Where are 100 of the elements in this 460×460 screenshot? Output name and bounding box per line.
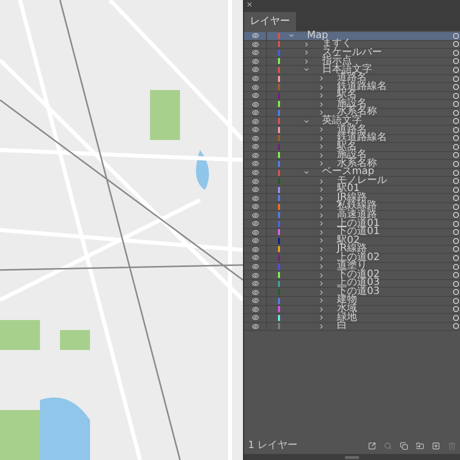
eye-icon[interactable]	[252, 58, 258, 65]
eye-icon[interactable]	[252, 322, 258, 330]
eye-icon[interactable]	[252, 194, 258, 202]
chevron-right-icon[interactable]	[318, 75, 325, 82]
chevron-right-icon[interactable]	[318, 143, 325, 150]
layer-name: 道路名	[337, 126, 367, 134]
eye-icon[interactable]	[252, 272, 258, 279]
layer-name: JR線路	[337, 194, 367, 202]
eye-icon[interactable]	[252, 280, 258, 288]
layer-row[interactable]: 水系名称	[244, 160, 460, 169]
chevron-right-icon[interactable]	[318, 178, 325, 185]
layer-count: 1 レイヤー	[248, 441, 298, 451]
add-icon[interactable]	[432, 442, 440, 450]
chevron-right-icon[interactable]	[318, 297, 325, 304]
chevron-right-icon[interactable]	[318, 160, 325, 168]
eye-icon[interactable]	[252, 66, 258, 74]
layer-row[interactable]: 日本語文字	[244, 66, 460, 75]
close-icon[interactable]	[246, 1, 253, 8]
chevron-right-icon[interactable]	[318, 237, 325, 244]
layer-name: 日本語文字	[322, 66, 372, 74]
eye-icon[interactable]	[252, 49, 258, 56]
copy-icon[interactable]	[400, 442, 408, 450]
chevron-right-icon[interactable]	[318, 203, 325, 210]
layer-name: 道塗り	[337, 262, 367, 271]
chevron-right-icon[interactable]	[303, 40, 310, 48]
layer-name: 鉄道路線名	[337, 82, 387, 92]
chevron-down-icon[interactable]	[303, 118, 310, 125]
chevron-right-icon[interactable]	[318, 134, 325, 142]
layer-name: 白	[337, 322, 347, 331]
eye-icon[interactable]	[252, 169, 258, 176]
chevron-right-icon[interactable]	[318, 228, 325, 236]
chevron-right-icon[interactable]	[318, 280, 325, 288]
eye-icon[interactable]	[252, 109, 258, 116]
chevron-right-icon[interactable]	[318, 306, 325, 313]
layer-name: 駅名	[337, 142, 357, 152]
eye-icon[interactable]	[252, 152, 258, 159]
layer-name: JR線路	[337, 245, 367, 254]
layer-name: 英語文字	[322, 117, 362, 126]
eye-icon[interactable]	[252, 212, 258, 219]
chevron-right-icon[interactable]	[303, 49, 310, 56]
chevron-right-icon[interactable]	[318, 100, 325, 108]
chevron-right-icon[interactable]	[318, 194, 325, 202]
layer-name: 私鉄線路	[337, 202, 377, 211]
chevron-right-icon[interactable]	[318, 152, 325, 159]
chevron-right-icon[interactable]	[318, 322, 325, 330]
eye-icon[interactable]	[252, 134, 258, 142]
chevron-right-icon[interactable]	[318, 314, 325, 322]
layer-name: 水系名称	[337, 108, 377, 117]
eye-icon[interactable]	[252, 160, 258, 168]
eye-icon[interactable]	[252, 237, 258, 244]
layer-name: Map	[307, 32, 328, 40]
eye-icon[interactable]	[252, 92, 258, 100]
eye-icon[interactable]	[252, 186, 258, 194]
eye-icon[interactable]	[252, 75, 258, 82]
eye-icon[interactable]	[252, 306, 258, 313]
layers-tab[interactable]: レイヤー	[244, 12, 296, 31]
chevron-right-icon[interactable]	[318, 272, 325, 279]
chevron-right-icon[interactable]	[303, 58, 310, 65]
chevron-right-icon[interactable]	[318, 126, 325, 134]
eye-icon[interactable]	[252, 203, 258, 210]
layer-name: 建物	[337, 296, 357, 305]
layer-name: 下の道01	[337, 228, 380, 237]
chevron-right-icon[interactable]	[318, 212, 325, 219]
eye-icon[interactable]	[252, 254, 258, 262]
eye-icon[interactable]	[252, 143, 258, 150]
chevron-down-icon[interactable]	[303, 66, 310, 74]
eye-icon[interactable]	[252, 84, 258, 91]
layer-name: 駅名	[337, 91, 357, 100]
chevron-right-icon[interactable]	[318, 186, 325, 194]
eye-icon[interactable]	[252, 126, 258, 134]
chevron-down-icon[interactable]	[303, 169, 310, 176]
layer-name: 施設名	[337, 100, 367, 108]
eye-icon[interactable]	[252, 288, 258, 296]
chevron-right-icon[interactable]	[318, 288, 325, 296]
eye-icon[interactable]	[252, 314, 258, 322]
eye-icon[interactable]	[252, 178, 258, 185]
eye-icon[interactable]	[252, 32, 258, 40]
eye-icon[interactable]	[252, 100, 258, 108]
chevron-right-icon[interactable]	[318, 246, 325, 253]
chevron-right-icon[interactable]	[318, 92, 325, 100]
layer-name: 指示点	[322, 57, 352, 66]
layer-row[interactable]: 緑地	[244, 314, 460, 323]
eye-icon[interactable]	[252, 263, 258, 270]
chevron-right-icon[interactable]	[318, 254, 325, 262]
eye-icon[interactable]	[252, 246, 258, 253]
chevron-right-icon[interactable]	[318, 109, 325, 116]
eye-icon[interactable]	[252, 228, 258, 236]
chevron-right-icon[interactable]	[318, 84, 325, 91]
chevron-right-icon[interactable]	[318, 263, 325, 270]
layer-name: 水域	[337, 305, 357, 314]
folder-icon[interactable]	[416, 442, 424, 450]
chevron-down-icon[interactable]	[288, 32, 295, 40]
chevron-right-icon[interactable]	[318, 220, 325, 228]
eye-icon[interactable]	[252, 220, 258, 228]
eye-icon[interactable]	[252, 40, 258, 48]
export-icon[interactable]	[368, 442, 376, 450]
layer-name: 施設名	[337, 151, 367, 160]
eye-icon[interactable]	[252, 297, 258, 304]
eye-icon[interactable]	[252, 118, 258, 125]
layer-name: 下の道03	[337, 288, 380, 296]
